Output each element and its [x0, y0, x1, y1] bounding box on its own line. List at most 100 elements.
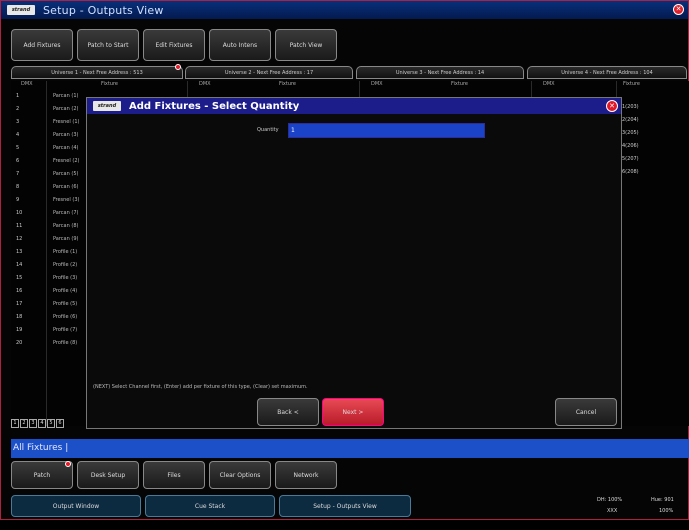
- grid-header: DMX: [371, 81, 383, 87]
- clear-options-button[interactable]: Clear Options: [209, 461, 271, 489]
- quantity-input[interactable]: 1: [288, 123, 485, 138]
- dmx-cell: 4: [16, 132, 20, 138]
- desk-setup-button[interactable]: Desk Setup: [77, 461, 139, 489]
- fixture-cell: Profile (7): [53, 327, 78, 333]
- grid-header: DMX: [199, 81, 211, 87]
- setup-outputs-view-button[interactable]: Setup - Outputs View: [279, 495, 411, 517]
- fixture-cell: Parcan (4): [53, 145, 79, 151]
- dmx-cell: 19: [16, 327, 23, 333]
- grid-header: DMX: [543, 81, 555, 87]
- fixture-cell: Profile (2): [53, 262, 78, 268]
- tab-universe-4[interactable]: Universe 4 - Next Free Address : 104: [527, 66, 687, 79]
- files-button[interactable]: Files: [143, 461, 205, 489]
- fixture-cell: Fresnel (1): [53, 119, 80, 125]
- dmx-cell: 5: [16, 145, 20, 151]
- status-percent: 100%: [659, 508, 674, 514]
- tab-label: Universe 4 - Next Free Address : 104: [561, 69, 653, 76]
- command-line[interactable]: All Fixtures |: [11, 439, 689, 458]
- fixture-cell: Parcan (9): [53, 236, 79, 242]
- dmx-cell: 9: [16, 197, 20, 203]
- tab-universe-1[interactable]: Universe 1 - Next Free Address : 513: [11, 66, 183, 79]
- dmx-cell: 17: [16, 301, 23, 307]
- dmx-cell: 14: [16, 262, 23, 268]
- status-xxx: XXX: [607, 508, 618, 514]
- fixture-cell: Profile (5): [53, 301, 78, 307]
- fixture-cell: Profile (8): [53, 340, 78, 346]
- page-button-5[interactable]: 5: [47, 419, 55, 428]
- patch-button[interactable]: Patch: [11, 461, 73, 489]
- grid-header: DMX: [21, 81, 33, 87]
- dialog-title-bar: strand Add Fixtures - Select Quantity ✕: [87, 98, 621, 114]
- page-button-1[interactable]: 1: [11, 419, 19, 428]
- dmx-cell: 13: [16, 249, 23, 255]
- fixture-cell: Profile (4): [53, 288, 78, 294]
- fixture-cell: Parcan (8): [53, 223, 79, 229]
- right-column-cell: 6(208): [622, 169, 639, 175]
- dmx-cell: 20: [16, 340, 23, 346]
- badge-dot-icon: [65, 461, 71, 467]
- tab-label: Universe 2 - Next Free Address : 17: [224, 69, 314, 76]
- next-button[interactable]: Next >: [322, 398, 384, 426]
- right-column-cell: 5(207): [622, 156, 639, 162]
- dmx-cell: 2: [16, 106, 20, 112]
- network-button[interactable]: Network: [275, 461, 337, 489]
- output-window-button[interactable]: Output Window: [11, 495, 141, 517]
- tab-label: Universe 1 - Next Free Address : 513: [51, 69, 143, 76]
- grid-header: Fixture: [101, 81, 119, 87]
- fixture-cell: Fresnel (3): [53, 197, 80, 203]
- dmx-cell: 16: [16, 288, 23, 294]
- strand-logo-icon: strand: [7, 5, 35, 15]
- main-window: strand Setup - Outputs View ✕ Add Fixtur…: [0, 0, 689, 520]
- fixture-cell: Profile (1): [53, 249, 78, 255]
- tab-universe-3[interactable]: Universe 3 - Next Free Address : 14: [356, 66, 524, 79]
- dmx-cell: 18: [16, 314, 23, 320]
- dmx-cell: 7: [16, 171, 20, 177]
- dmx-cell: 3: [16, 119, 20, 125]
- fixture-cell: Profile (3): [53, 275, 78, 281]
- tab-label: Universe 3 - Next Free Address : 14: [395, 69, 485, 76]
- grid-header: Fixture: [623, 81, 641, 87]
- quantity-label: Quantity: [257, 127, 279, 133]
- add-fixtures-button[interactable]: Add Fixtures: [11, 29, 73, 61]
- edit-fixtures-button[interactable]: Edit Fixtures: [143, 29, 205, 61]
- back-button[interactable]: Back <: [257, 398, 319, 426]
- right-column-cell: 4(206): [622, 143, 639, 149]
- right-column-cell: 2(204): [622, 117, 639, 123]
- right-column-cell: 3(205): [622, 130, 639, 136]
- dialog-hint: (NEXT) Select Channel first, (Enter) add…: [93, 384, 308, 390]
- dmx-cell: 8: [16, 184, 20, 190]
- dmx-cell: 6: [16, 158, 20, 164]
- fixture-cell: Fresnel (2): [53, 158, 80, 164]
- strand-logo-icon: strand: [93, 101, 121, 111]
- tab-universe-2[interactable]: Universe 2 - Next Free Address : 17: [185, 66, 353, 79]
- dmx-cell: 1: [16, 93, 20, 99]
- auto-intens-button[interactable]: Auto Intens: [209, 29, 271, 61]
- dmx-cell: 10: [16, 210, 23, 216]
- fixture-cell: Profile (6): [53, 314, 78, 320]
- cue-stack-button[interactable]: Cue Stack: [145, 495, 275, 517]
- grid-header: Fixture: [279, 81, 297, 87]
- grid-header: Fixture: [451, 81, 469, 87]
- close-icon[interactable]: ✕: [673, 4, 684, 15]
- dmx-cell: 12: [16, 236, 23, 242]
- dmx-cell: 15: [16, 275, 23, 281]
- dmx-cell: 11: [16, 223, 23, 229]
- badge-dot-icon: [175, 64, 181, 70]
- dialog-title: Add Fixtures - Select Quantity: [129, 100, 300, 112]
- cancel-button[interactable]: Cancel: [555, 398, 617, 426]
- fixture-cell: Parcan (1): [53, 93, 79, 99]
- title-bar: strand Setup - Outputs View ✕: [1, 1, 688, 19]
- fixture-cell: Parcan (3): [53, 132, 79, 138]
- patch-view-button[interactable]: Patch View: [275, 29, 337, 61]
- window-title: Setup - Outputs View: [43, 3, 164, 17]
- dialog-close-icon[interactable]: ✕: [606, 100, 618, 112]
- page-button-2[interactable]: 2: [20, 419, 28, 428]
- fixture-cell: Parcan (7): [53, 210, 79, 216]
- fixture-cell: Parcan (6): [53, 184, 79, 190]
- page-button-6[interactable]: 6: [56, 419, 64, 428]
- patch-to-start-button[interactable]: Patch to Start: [77, 29, 139, 61]
- right-column-cell: 1(203): [622, 104, 639, 110]
- page-button-3[interactable]: 3: [29, 419, 37, 428]
- page-button-4[interactable]: 4: [38, 419, 46, 428]
- fixture-cell: Parcan (5): [53, 171, 79, 177]
